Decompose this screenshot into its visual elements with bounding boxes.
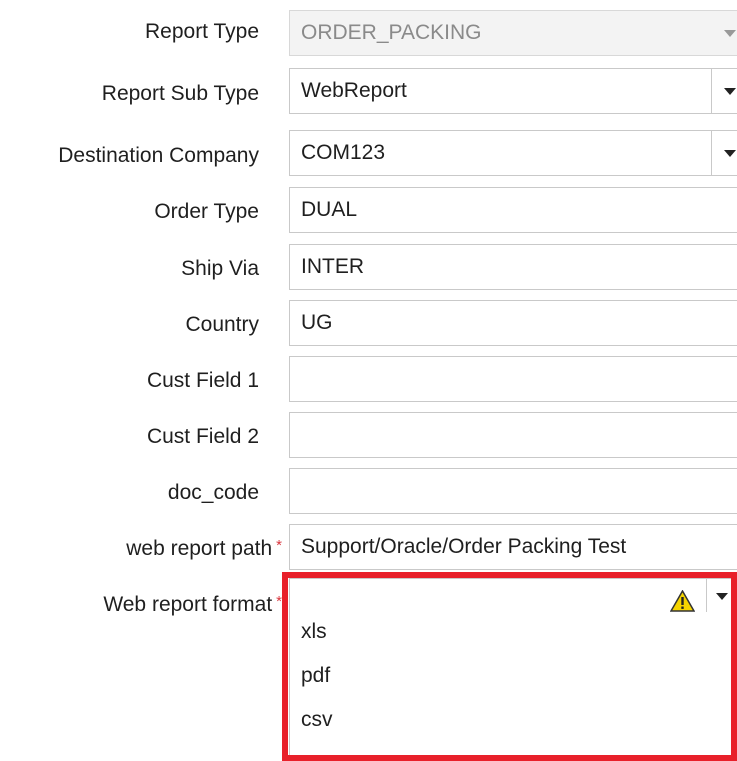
doc-code-label: doc_code xyxy=(167,481,259,504)
destination-company-value: COM123 xyxy=(301,141,386,164)
ship-via-label: Ship Via xyxy=(181,257,259,280)
order-type-input[interactable]: DUAL xyxy=(289,187,737,233)
destination-company-label: Destination Company xyxy=(58,144,259,167)
ship-via-input[interactable]: INTER xyxy=(289,244,737,290)
report-sub-type-value: WebReport xyxy=(301,79,407,102)
web-report-path-label: web report path * xyxy=(126,537,282,560)
report-sub-type-label: Report Sub Type xyxy=(101,82,259,105)
chevron-down-icon xyxy=(724,150,736,157)
order-type-label: Order Type xyxy=(154,200,259,223)
doc-code-input[interactable] xyxy=(289,468,737,514)
report-sub-type-dropdown-button[interactable] xyxy=(711,69,737,113)
report-type-value: ORDER_PACKING xyxy=(301,21,482,44)
web-report-path-value: Support/Oracle/Order Packing Test xyxy=(301,535,627,558)
required-marker: * xyxy=(276,537,282,554)
country-input[interactable]: UG xyxy=(289,300,737,346)
cust-field-1-label: Cust Field 1 xyxy=(146,369,259,392)
web-report-path-input[interactable]: Support/Oracle/Order Packing Test xyxy=(289,524,737,570)
order-type-value: DUAL xyxy=(301,198,358,221)
report-type-dropdown-button xyxy=(711,11,737,55)
report-sub-type-select[interactable]: WebReport xyxy=(289,68,737,114)
country-value: UG xyxy=(301,311,333,334)
country-label: Country xyxy=(185,313,259,336)
ship-via-value: INTER xyxy=(301,255,364,278)
report-type-label: Report Type xyxy=(144,20,259,43)
web-report-format-label: Web report format * xyxy=(103,593,282,616)
cust-field-2-label: Cust Field 2 xyxy=(146,425,259,448)
report-type-select: ORDER_PACKING xyxy=(289,10,737,56)
destination-company-select[interactable]: COM123 xyxy=(289,130,737,176)
chevron-down-icon xyxy=(724,88,736,95)
cust-field-2-input[interactable] xyxy=(289,412,737,458)
highlight-box xyxy=(282,572,737,761)
cust-field-1-input[interactable] xyxy=(289,356,737,402)
chevron-down-icon xyxy=(723,30,736,37)
destination-company-dropdown-button[interactable] xyxy=(711,131,737,175)
